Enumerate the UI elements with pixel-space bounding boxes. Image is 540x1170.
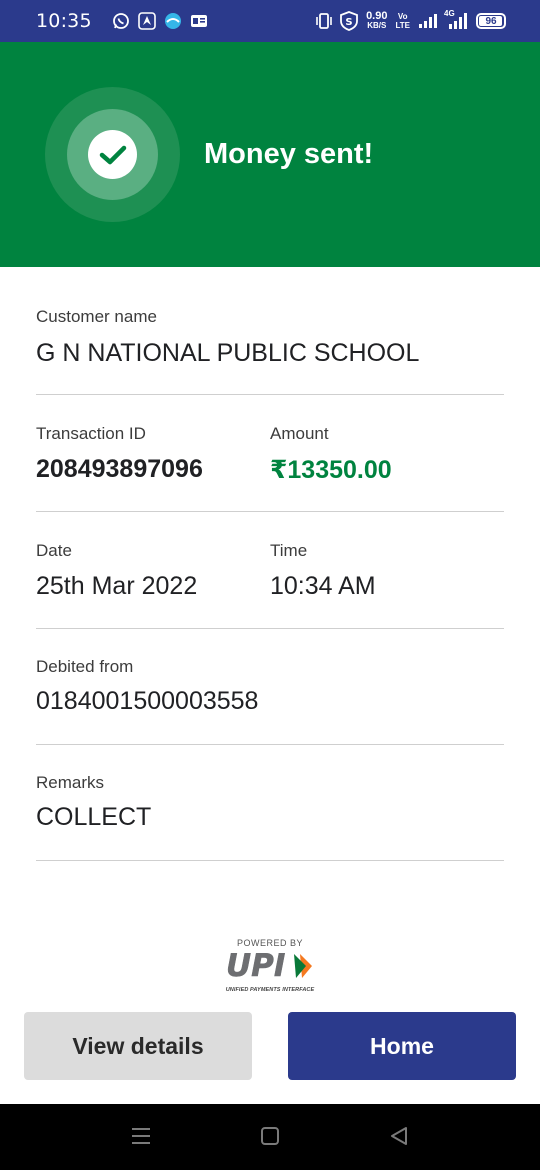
upi-logo: POWERED BY UPI UNIFIED PAYMENTS INTERFAC… [220,938,320,994]
debited-from-value: 0184001500003558 [36,687,259,715]
date-time-section: Date 25th Mar 2022 Time 10:34 AM [36,512,504,629]
upi-tagline: UNIFIED PAYMENTS INTERFACE [225,987,315,993]
vpn-shield-icon: S [340,11,358,31]
upi-powered-by: POWERED BY [236,938,303,948]
svg-text:S: S [345,17,352,28]
battery-icon: 96 [476,13,506,29]
time-label: Time [270,541,308,560]
date-value: 25th Mar 2022 [36,572,198,600]
bubble-app-icon [164,12,182,30]
battery-level: 96 [485,15,497,27]
whatsapp-icon [112,12,130,30]
network-speed: 0.90 KB/S [366,10,388,31]
volte-top: Vo [397,12,408,21]
status-bar: 10:35 S 0.90 KB/S Vo LTE 4G 96 [0,0,540,42]
success-badge-ring [67,109,158,200]
volte-indicator: Vo LTE [395,12,410,30]
transaction-id-value: 208493897096 [36,455,203,483]
home-button[interactable]: Home [288,1012,516,1080]
remarks-value: COLLECT [36,803,152,831]
signal-4g-icon: 4G [444,9,468,30]
debited-from-section: Debited from 0184001500003558 [36,629,504,745]
network-speed-unit: KB/S [367,21,387,30]
menu-icon[interactable] [131,1126,151,1151]
amount-value: ₹13350.00 [270,456,392,484]
svg-text:UPI: UPI [226,948,285,982]
debited-from-label: Debited from [36,657,134,676]
system-nav-bar [0,1104,540,1170]
navigation-app-icon [137,12,156,30]
success-badge [45,87,180,222]
amount-label: Amount [270,424,329,443]
status-time: 10:35 [36,10,92,32]
view-details-button[interactable]: View details [24,1012,252,1080]
network-type: 4G [444,9,455,18]
back-triangle-icon[interactable] [389,1126,409,1151]
news-app-icon [190,13,208,29]
notification-icons [112,12,208,30]
transaction-section: Transaction ID 208493897096 Amount ₹1335… [36,395,504,512]
time-value: 10:34 AM [270,572,376,600]
customer-name-label: Customer name [36,307,157,326]
system-icons: S 0.90 KB/S Vo LTE 4G 96 [316,9,506,31]
network-speed-value: 0.90 [366,10,388,22]
upi-logo-mark: UPI [226,948,312,984]
volte-bottom: LTE [395,21,410,30]
success-header: Money sent! [0,42,540,267]
remarks-section: Remarks COLLECT [36,745,504,861]
date-label: Date [36,541,72,560]
home-square-icon[interactable] [260,1126,280,1151]
customer-name-section: Customer name G N NATIONAL PUBLIC SCHOOL [36,267,504,395]
check-icon [99,145,126,164]
vibrate-icon [316,12,332,30]
page-title: Money sent! [204,138,374,170]
customer-name-value: G N NATIONAL PUBLIC SCHOOL [36,339,420,367]
transaction-id-label: Transaction ID [36,424,146,443]
signal-icon [418,13,438,29]
remarks-label: Remarks [36,773,105,792]
check-circle-icon [88,130,137,179]
